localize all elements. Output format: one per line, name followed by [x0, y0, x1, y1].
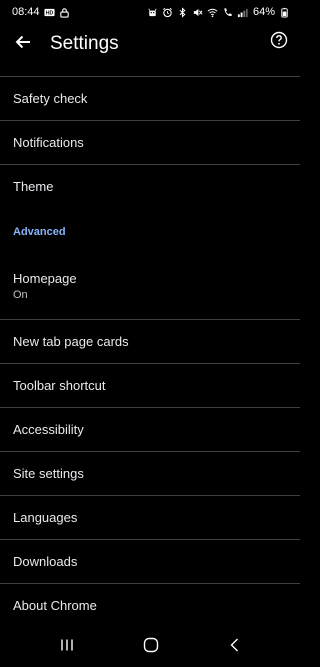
setting-label: Accessibility — [13, 421, 84, 437]
system-nav-bar — [0, 627, 300, 667]
setting-about-chrome[interactable]: About Chrome — [0, 584, 300, 628]
signal-icon — [237, 7, 248, 18]
setting-homepage[interactable]: Homepage On — [0, 254, 300, 320]
mute-icon — [192, 7, 203, 18]
setting-toolbar-shortcut[interactable]: Toolbar shortcut — [0, 364, 300, 408]
back-button[interactable] — [11, 32, 35, 56]
back-icon — [226, 636, 244, 659]
home-icon — [142, 636, 160, 659]
wifi-icon — [207, 7, 218, 18]
arrow-back-icon — [14, 33, 32, 56]
battery-icon — [279, 7, 290, 18]
settings-list: Safety check Notifications Theme Advance… — [0, 76, 300, 628]
setting-label: Toolbar shortcut — [13, 377, 106, 393]
recents-button[interactable] — [55, 635, 79, 659]
setting-notifications[interactable]: Notifications — [0, 121, 300, 165]
section-header-advanced: Advanced — [13, 225, 66, 238]
setting-site-settings[interactable]: Site settings — [0, 452, 300, 496]
nav-back-button[interactable] — [223, 635, 247, 659]
setting-label: Site settings — [13, 465, 84, 481]
home-button[interactable] — [139, 635, 163, 659]
setting-label: New tab page cards — [13, 333, 129, 349]
setting-label: About Chrome — [13, 597, 97, 613]
app-bar: Settings — [0, 24, 300, 64]
setting-safety-check[interactable]: Safety check — [0, 77, 300, 121]
setting-downloads[interactable]: Downloads — [0, 540, 300, 584]
status-left: 08:44 HD — [12, 6, 70, 18]
hd-icon: HD — [43, 7, 55, 18]
setting-label: Safety check — [13, 90, 88, 106]
setting-label: Downloads — [13, 553, 78, 569]
setting-status: On — [13, 288, 28, 301]
recents-icon — [58, 636, 76, 659]
setting-accessibility[interactable]: Accessibility — [0, 408, 300, 452]
setting-new-tab-page-cards[interactable]: New tab page cards — [0, 320, 300, 364]
android-icon — [147, 7, 158, 18]
setting-theme[interactable]: Theme — [0, 165, 300, 209]
setting-label: Notifications — [13, 134, 84, 150]
help-circle-icon — [270, 31, 288, 54]
setting-label: Homepage — [13, 270, 77, 286]
clock: 08:44 — [12, 6, 40, 18]
bluetooth-icon — [177, 6, 188, 18]
setting-label: Theme — [13, 179, 54, 194]
page-title: Settings — [50, 33, 119, 54]
setting-languages[interactable]: Languages — [0, 496, 300, 540]
status-bar: 08:44 HD 64% — [0, 0, 300, 24]
battery-percent: 64% — [252, 6, 275, 18]
status-right: 64% — [147, 6, 290, 18]
alarm-icon — [162, 7, 173, 18]
svg-text:HD: HD — [45, 10, 53, 16]
setting-label: Languages — [13, 509, 78, 525]
help-button[interactable] — [269, 31, 289, 54]
call-icon — [222, 7, 233, 18]
lock-icon — [59, 7, 70, 18]
